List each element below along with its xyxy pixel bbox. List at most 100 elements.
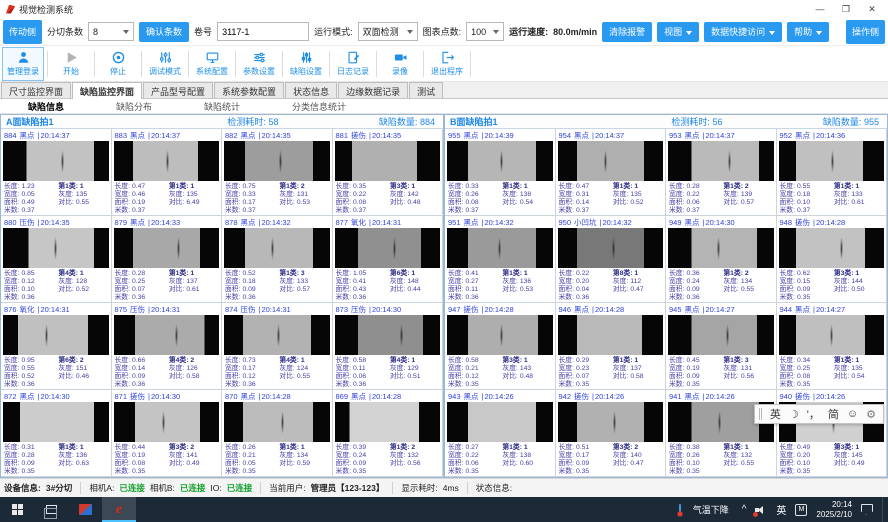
defect-cell[interactable]: 882 黑点 20:14:35 长度:0.75 宽度:0.33 面积:0.17 … [222, 129, 333, 216]
drag-handle-icon[interactable] [759, 408, 762, 420]
tab-test[interactable]: 测试 [409, 82, 443, 98]
panel-b-defect-count: 缺陷数量: 955 [772, 115, 887, 128]
pinned-app-button[interactable] [68, 497, 102, 522]
ime-mode-icon[interactable]: M [795, 504, 807, 516]
defect-cell[interactable]: 874 压伤 20:14:31 长度:0.73 宽度:0.17 面积:0.12 … [222, 303, 333, 390]
gray-value: 141 [186, 452, 197, 459]
minimize-button[interactable] [814, 3, 826, 15]
meter-label: 米数: [225, 381, 240, 388]
tab-system-param-config[interactable]: 系统参数配置 [214, 82, 284, 98]
start-button[interactable]: 开始 [51, 47, 91, 81]
defect-cell[interactable]: 942 搓伤 20:14:26 长度:0.51 宽度:0.17 面积:0.09 … [556, 390, 667, 477]
record-video-button[interactable]: 录像 [380, 47, 420, 81]
defect-type: 压伤 [20, 217, 35, 228]
stop-button[interactable]: 停止 [98, 47, 138, 81]
task-view-button[interactable] [34, 497, 68, 522]
taskbar-clock[interactable]: 20:14 2025/2/10 [816, 500, 852, 519]
defect-cell[interactable]: 952 黑点 20:14:36 长度:0.55 宽度:0.18 面积:0.10 … [777, 129, 888, 216]
defect-cell[interactable]: 948 搓伤 20:14:28 长度:0.62 宽度:0.15 面积:0.09 … [777, 216, 888, 303]
ime-fullwidth-moon-icon[interactable]: ☽ [789, 408, 799, 421]
ime-simplified-toggle[interactable]: 简 [828, 406, 839, 422]
defect-settings-button[interactable]: 缺陷设置 [286, 47, 326, 81]
defect-cell[interactable]: 883 黑点 20:14:37 长度:0.47 宽度:0.46 面积:0.19 … [112, 129, 223, 216]
slit-count-select[interactable]: 8 [88, 22, 134, 41]
defect-details: 长度:0.52 宽度:0.18 面积:0.09 米数:0.36 第1类: 3 灰… [222, 269, 332, 302]
action-center-icon[interactable] [861, 504, 873, 515]
defect-cell[interactable]: 946 黑点 20:14:28 长度:0.29 宽度:0.23 面积:0.07 … [556, 303, 667, 390]
show-desktop-button[interactable] [882, 497, 886, 522]
log-record-button[interactable]: 日志记录 [333, 47, 373, 81]
chart-points-select[interactable]: 100 [466, 22, 504, 41]
defect-cell[interactable]: 954 黑点 20:14:37 长度:0.47 宽度:0.31 面积:0.14 … [556, 129, 667, 216]
meter-value: 0.35 [797, 294, 810, 301]
defect-cell[interactable]: 870 黑点 20:14:28 长度:0.26 宽度:0.21 面积:0.05 … [222, 390, 333, 477]
tab-status-info[interactable]: 状态信息 [285, 82, 337, 98]
view-menu-button[interactable]: 视图 [657, 22, 699, 42]
help-menu-button[interactable]: 帮助 [787, 22, 829, 42]
defect-cell[interactable]: 943 黑点 20:14:26 长度:0.27 宽度:0.22 面积:0.06 … [445, 390, 556, 477]
defect-cell[interactable]: 950 小凹坑 20:14:32 长度:0.22 宽度:0.20 面积:0.04… [556, 216, 667, 303]
tab-edge-data-record[interactable]: 边缘数据记录 [338, 82, 408, 98]
defect-cell[interactable]: 876 氧化 20:14:31 长度:0.95 宽度:0.55 面积:0.52 … [1, 303, 112, 390]
defect-cell[interactable]: 947 搓伤 20:14:28 长度:0.58 宽度:0.21 面积:0.12 … [445, 303, 556, 390]
run-mode-select[interactable]: 双面检测 [358, 22, 418, 41]
maximize-button[interactable] [840, 3, 852, 15]
volume-icon[interactable] [755, 505, 767, 515]
defect-id: 952 [780, 131, 793, 140]
contrast-value: 0.52 [630, 199, 643, 206]
defect-cell[interactable]: 880 压伤 20:14:35 长度:0.85 宽度:0.12 面积:0.10 … [1, 216, 112, 303]
defect-id: 874 [225, 305, 238, 314]
parameter-settings-button[interactable]: 参数设置 [239, 47, 279, 81]
defect-cell[interactable]: 878 黑点 20:14:32 长度:0.52 宽度:0.18 面积:0.09 … [222, 216, 333, 303]
roll-number-input[interactable] [217, 22, 309, 41]
quick-access-menu-button[interactable]: 数据快捷访问 [704, 22, 782, 42]
defect-cell[interactable]: 949 黑点 20:14:30 长度:0.36 宽度:0.24 面积:0.09 … [666, 216, 777, 303]
system-config-button[interactable]: 系统配置 [192, 47, 232, 81]
defect-cell[interactable]: 873 压伤 20:14:30 长度:0.58 宽度:0.11 面积:0.06 … [333, 303, 444, 390]
ime-settings-gear-icon[interactable]: ⚙ [866, 408, 876, 421]
defect-cell[interactable]: 945 黑点 20:14:27 长度:0.45 宽度:0.19 面积:0.09 … [666, 303, 777, 390]
defect-cell[interactable]: 944 黑点 20:14:27 长度:0.34 宽度:0.25 面积:0.08 … [777, 303, 888, 390]
tray-expand-chevron-icon[interactable] [742, 504, 747, 515]
operate-side-button[interactable]: 操作侧 [846, 20, 885, 44]
ime-punctuation-toggle[interactable]: '， [807, 406, 820, 422]
debug-mode-button[interactable]: 调试模式 [145, 47, 185, 81]
defect-cell[interactable]: 955 黑点 20:14:39 长度:0.33 宽度:0.26 面积:0.08 … [445, 129, 556, 216]
drive-side-button[interactable]: 传动侧 [3, 20, 42, 44]
gray-value: 151 [76, 365, 87, 372]
close-button[interactable] [866, 3, 878, 15]
defect-cell[interactable]: 872 黑点 20:14:30 长度:0.31 宽度:0.28 面积:0.09 … [1, 390, 112, 477]
subtab-defect-info[interactable]: 缺陷信息 [28, 100, 64, 113]
defect-cell[interactable]: 871 搓伤 20:14:30 长度:0.44 宽度:0.19 面积:0.08 … [112, 390, 223, 477]
subtab-defect-statistics[interactable]: 缺陷统计 [204, 100, 240, 113]
meter-label: 米数: [336, 381, 351, 388]
meter-value: 0.36 [353, 381, 366, 388]
confirm-count-button[interactable]: 确认条数 [139, 22, 189, 42]
clear-alarm-button[interactable]: 清除报警 [602, 22, 652, 42]
gray-label: 灰度: [613, 278, 628, 285]
tab-size-monitor[interactable]: 尺寸监控界面 [1, 82, 71, 98]
defect-cell[interactable]: 879 黑点 20:14:33 长度:0.28 宽度:0.25 面积:0.07 … [112, 216, 223, 303]
defect-cell[interactable]: 875 压伤 20:14:31 长度:0.66 宽度:0.14 面积:0.09 … [112, 303, 223, 390]
admin-login-button[interactable]: 管理登录 [2, 47, 44, 81]
weather-news-label[interactable]: 气温下降 [693, 503, 729, 516]
defect-cell[interactable]: 881 搓伤 20:14:35 长度:0.35 宽度:0.22 面积:0.08 … [333, 129, 444, 216]
ime-emoji-icon[interactable]: ☺ [847, 408, 858, 420]
area-label: 面积: [4, 286, 19, 293]
defect-cell[interactable]: 953 黑点 20:14:37 长度:0.28 宽度:0.22 面积:0.06 … [666, 129, 777, 216]
exit-program-button[interactable]: 退出程序 [427, 47, 467, 81]
subtab-defect-distribution[interactable]: 缺陷分布 [116, 100, 152, 113]
thermometer-icon[interactable] [676, 503, 684, 517]
ime-lang-toggle[interactable]: 英 [770, 406, 781, 422]
language-indicator[interactable]: 英 [776, 502, 786, 517]
defect-cell[interactable]: 884 黑点 20:14:37 长度:1.23 宽度:0.05 面积:0.49 … [1, 129, 112, 216]
active-app-button[interactable] [102, 497, 136, 522]
defect-cell[interactable]: 951 黑点 20:14:32 长度:0.41 宽度:0.27 面积:0.11 … [445, 216, 556, 303]
tab-defect-monitor[interactable]: 缺陷监控界面 [72, 82, 142, 99]
defect-cell[interactable]: 877 氧化 20:14:31 长度:1.05 宽度:0.41 面积:0.43 … [333, 216, 444, 303]
tab-product-model-config[interactable]: 产品型号配置 [143, 82, 213, 98]
main-tab-strip: 尺寸监控界面 缺陷监控界面 产品型号配置 系统参数配置 状态信息 边缘数据记录 … [0, 82, 888, 99]
defect-cell[interactable]: 869 黑点 20:14:28 长度:0.39 宽度:0.24 面积:0.09 … [333, 390, 444, 477]
start-menu-button[interactable] [0, 497, 34, 522]
subtab-class-info-statistics[interactable]: 分类信息统计 [292, 100, 346, 113]
